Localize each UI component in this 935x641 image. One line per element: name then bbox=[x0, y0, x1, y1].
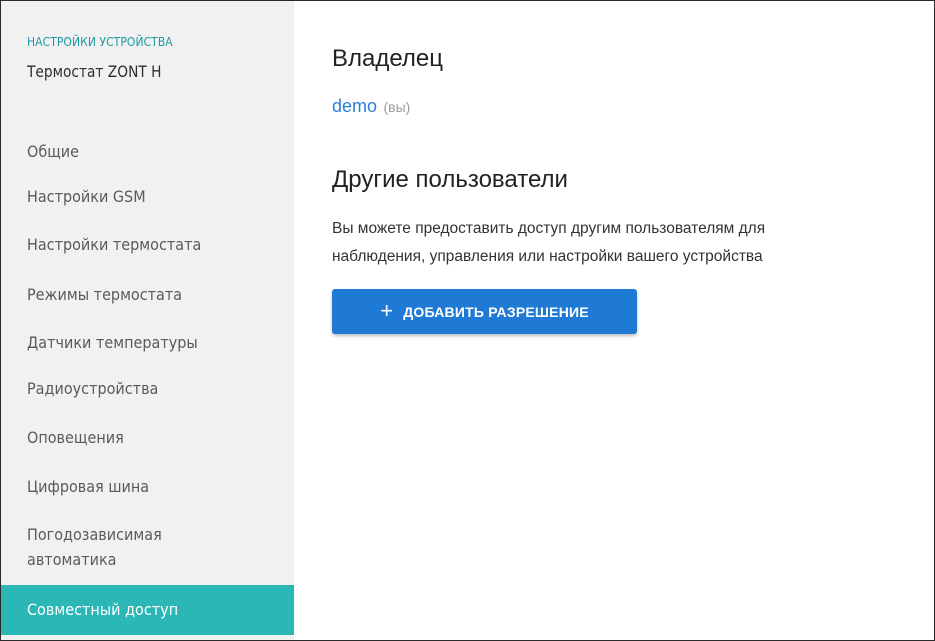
sidebar-item-radio-devices[interactable]: Радиоустройства bbox=[1, 377, 294, 402]
owner-line: demo (вы) bbox=[332, 96, 410, 117]
sidebar-item-shared-access[interactable]: Совместный доступ bbox=[1, 585, 294, 635]
sidebar-item-general[interactable]: Общие bbox=[1, 140, 294, 165]
sidebar-item-thermostat-settings[interactable]: Настройки термостата bbox=[1, 233, 294, 258]
sidebar-caption: НАСТРОЙКИ УСТРОЙСТВА bbox=[27, 34, 173, 49]
app-window: НАСТРОЙКИ УСТРОЙСТВА Термостат ZONT H Об… bbox=[0, 0, 935, 641]
sidebar-item-gsm-settings[interactable]: Настройки GSM bbox=[1, 185, 294, 210]
other-users-heading: Другие пользователи bbox=[332, 166, 568, 193]
add-permission-label: ДОБАВИТЬ РАЗРЕШЕНИЕ bbox=[403, 303, 589, 320]
owner-you-label: (вы) bbox=[383, 99, 411, 115]
add-permission-button[interactable]: + ДОБАВИТЬ РАЗРЕШЕНИЕ bbox=[332, 289, 637, 334]
access-description: Вы можете предоставить доступ другим пол… bbox=[332, 215, 932, 271]
device-name: Термостат ZONT H bbox=[27, 62, 162, 81]
settings-sidebar: НАСТРОЙКИ УСТРОЙСТВА Термостат ZONT H Об… bbox=[1, 1, 294, 640]
sidebar-item-weather-automation[interactable]: Погодозависимая автоматика bbox=[1, 523, 294, 573]
sidebar-item-temperature-sensors[interactable]: Датчики температуры bbox=[1, 331, 294, 356]
owner-heading: Владелец bbox=[332, 45, 444, 72]
owner-link[interactable]: demo bbox=[332, 96, 377, 116]
sidebar-item-notifications[interactable]: Оповещения bbox=[1, 426, 294, 451]
plus-icon: + bbox=[380, 297, 394, 323]
description-line-1: Вы можете предоставить доступ другим пол… bbox=[332, 220, 766, 237]
sidebar-item-thermostat-modes[interactable]: Режимы термостата bbox=[1, 283, 294, 308]
sidebar-item-digital-bus[interactable]: Цифровая шина bbox=[1, 475, 294, 500]
description-line-2: наблюдения, управления или настройки ваш… bbox=[332, 248, 763, 265]
